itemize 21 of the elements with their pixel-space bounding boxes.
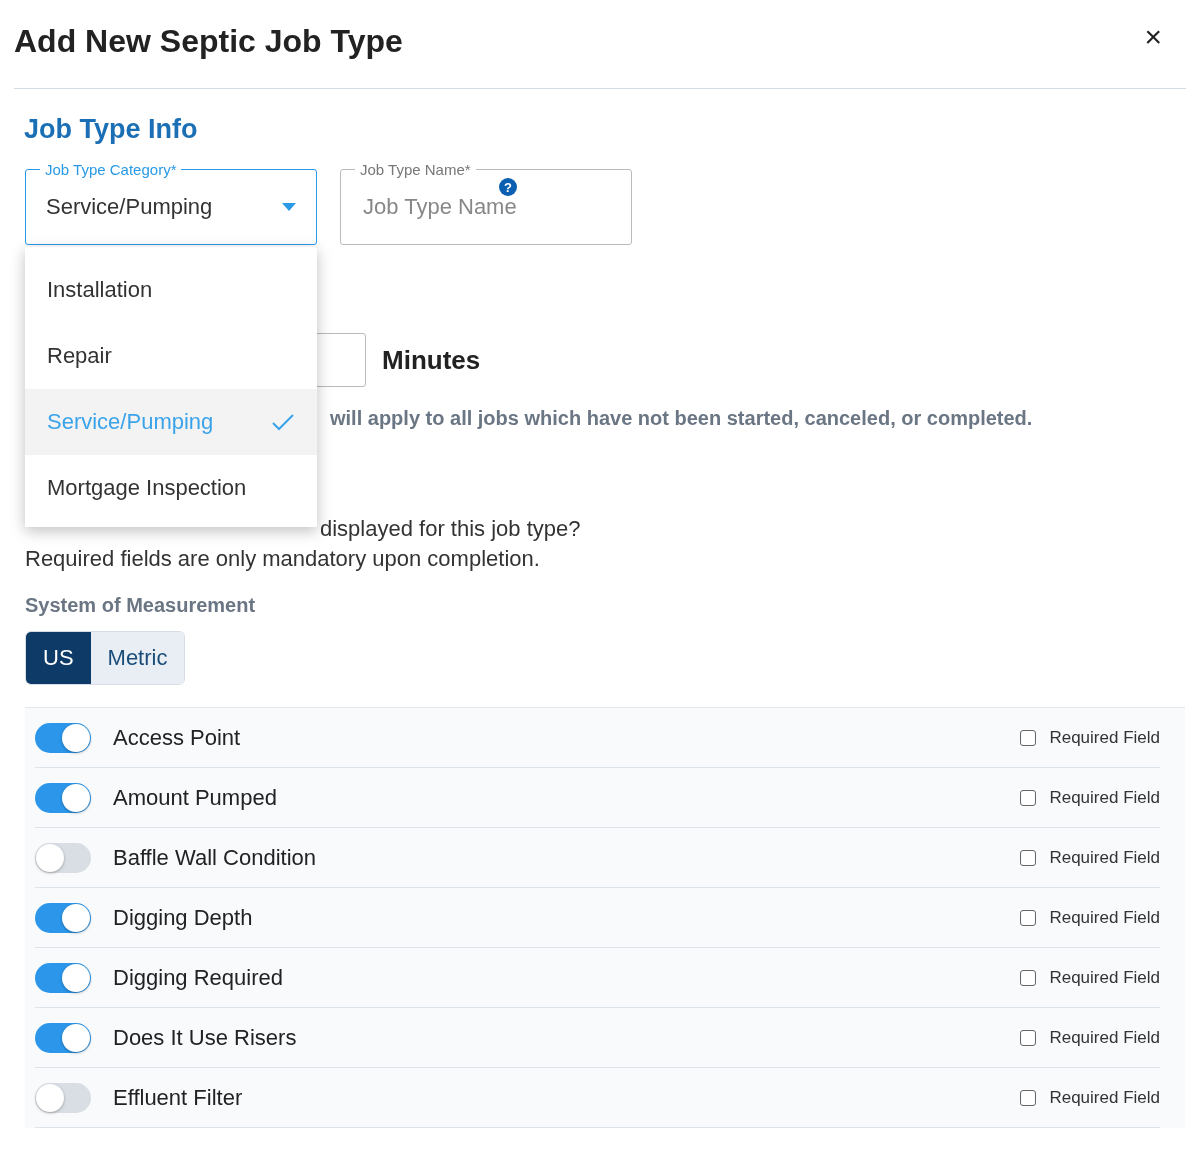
unit-label: Minutes: [382, 344, 481, 376]
required-label: Required Field: [1049, 787, 1160, 808]
field-name: Effluent Filter: [113, 1084, 244, 1111]
required-label: Required Field: [1049, 1027, 1160, 1048]
section-title: Job Type Info: [24, 114, 199, 145]
dialog-title: Add New Septic Job Type: [14, 22, 403, 60]
required-label: Required Field: [1049, 727, 1160, 748]
field-name: Does It Use Risers: [113, 1024, 298, 1051]
notice-text: will apply to all jobs which have not been started, canceled, or completed.: [330, 407, 1034, 430]
field-name: Access Point: [113, 724, 242, 751]
required-label: Required Field: [1049, 1087, 1160, 1108]
field-name: Digging Required: [113, 964, 284, 991]
hint-text: Required fields are only mandatory upon completion.: [25, 546, 541, 572]
field-name: Baffle Wall Condition: [113, 844, 317, 871]
question-text: displayed for this job type?: [320, 516, 581, 541]
field-name: Amount Pumped: [113, 784, 278, 811]
required-label: Required Field: [1049, 907, 1160, 928]
measurement-label: System of Measurement: [25, 594, 257, 617]
required-label: Required Field: [1049, 847, 1160, 868]
required-label: Required Field: [1049, 967, 1160, 988]
field-name: Digging Depth: [113, 904, 254, 931]
